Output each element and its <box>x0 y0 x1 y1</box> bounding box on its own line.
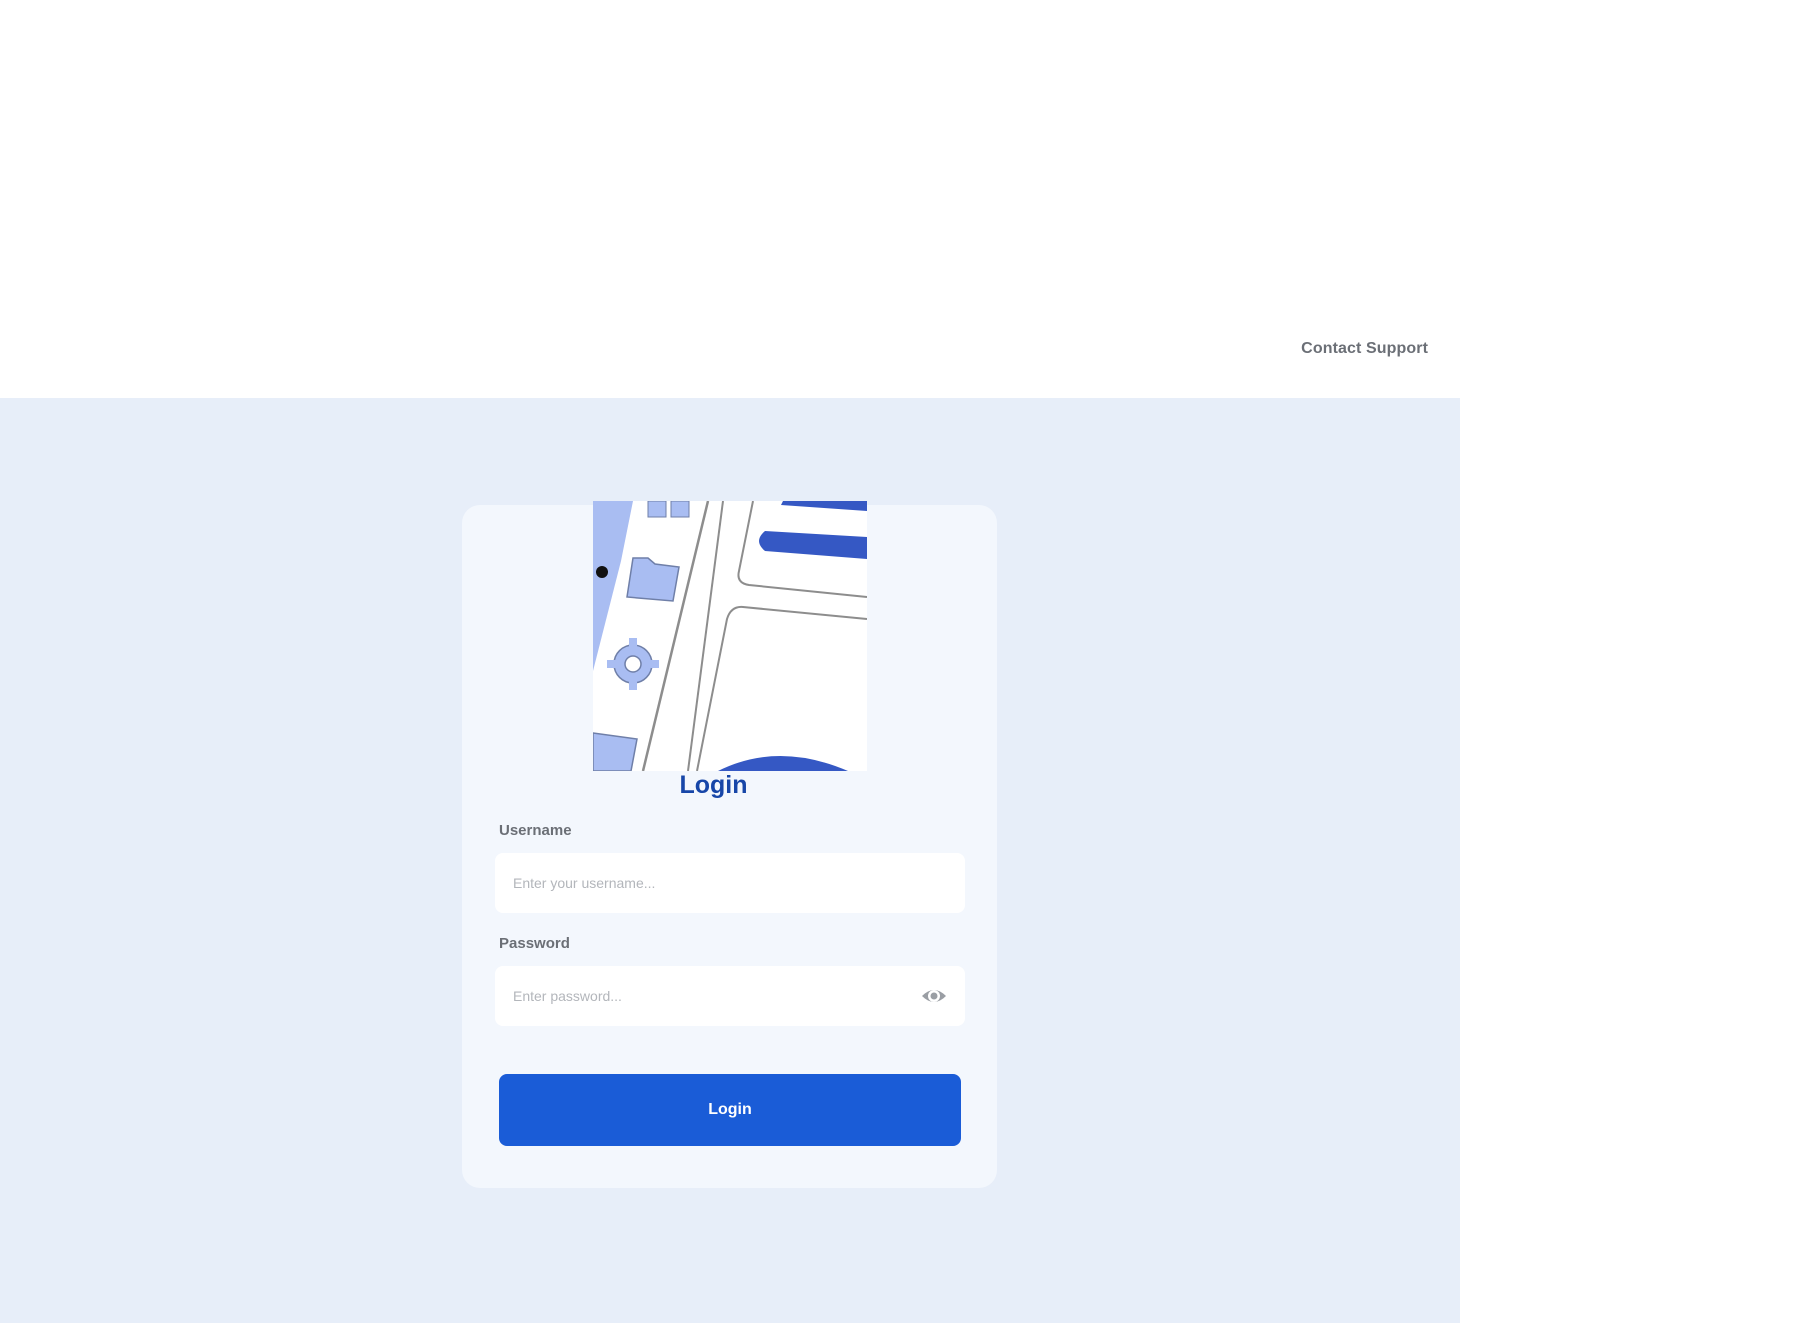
password-input[interactable] <box>495 966 965 1026</box>
password-label: Password <box>499 935 570 952</box>
map-icon <box>593 501 867 771</box>
top-header: Contact Support <box>0 0 1460 398</box>
eye-icon[interactable] <box>921 985 947 1007</box>
username-field-container <box>495 853 965 913</box>
login-card: Login Username Password Login <box>462 501 997 1188</box>
contact-support-link[interactable]: Contact Support <box>1301 340 1428 358</box>
password-field-container <box>495 966 965 1026</box>
username-input[interactable] <box>495 853 965 913</box>
main-area: Login Username Password Login <box>0 398 1460 1323</box>
login-title: Login <box>679 771 748 799</box>
login-button[interactable]: Login <box>499 1074 961 1146</box>
username-label: Username <box>499 822 572 839</box>
